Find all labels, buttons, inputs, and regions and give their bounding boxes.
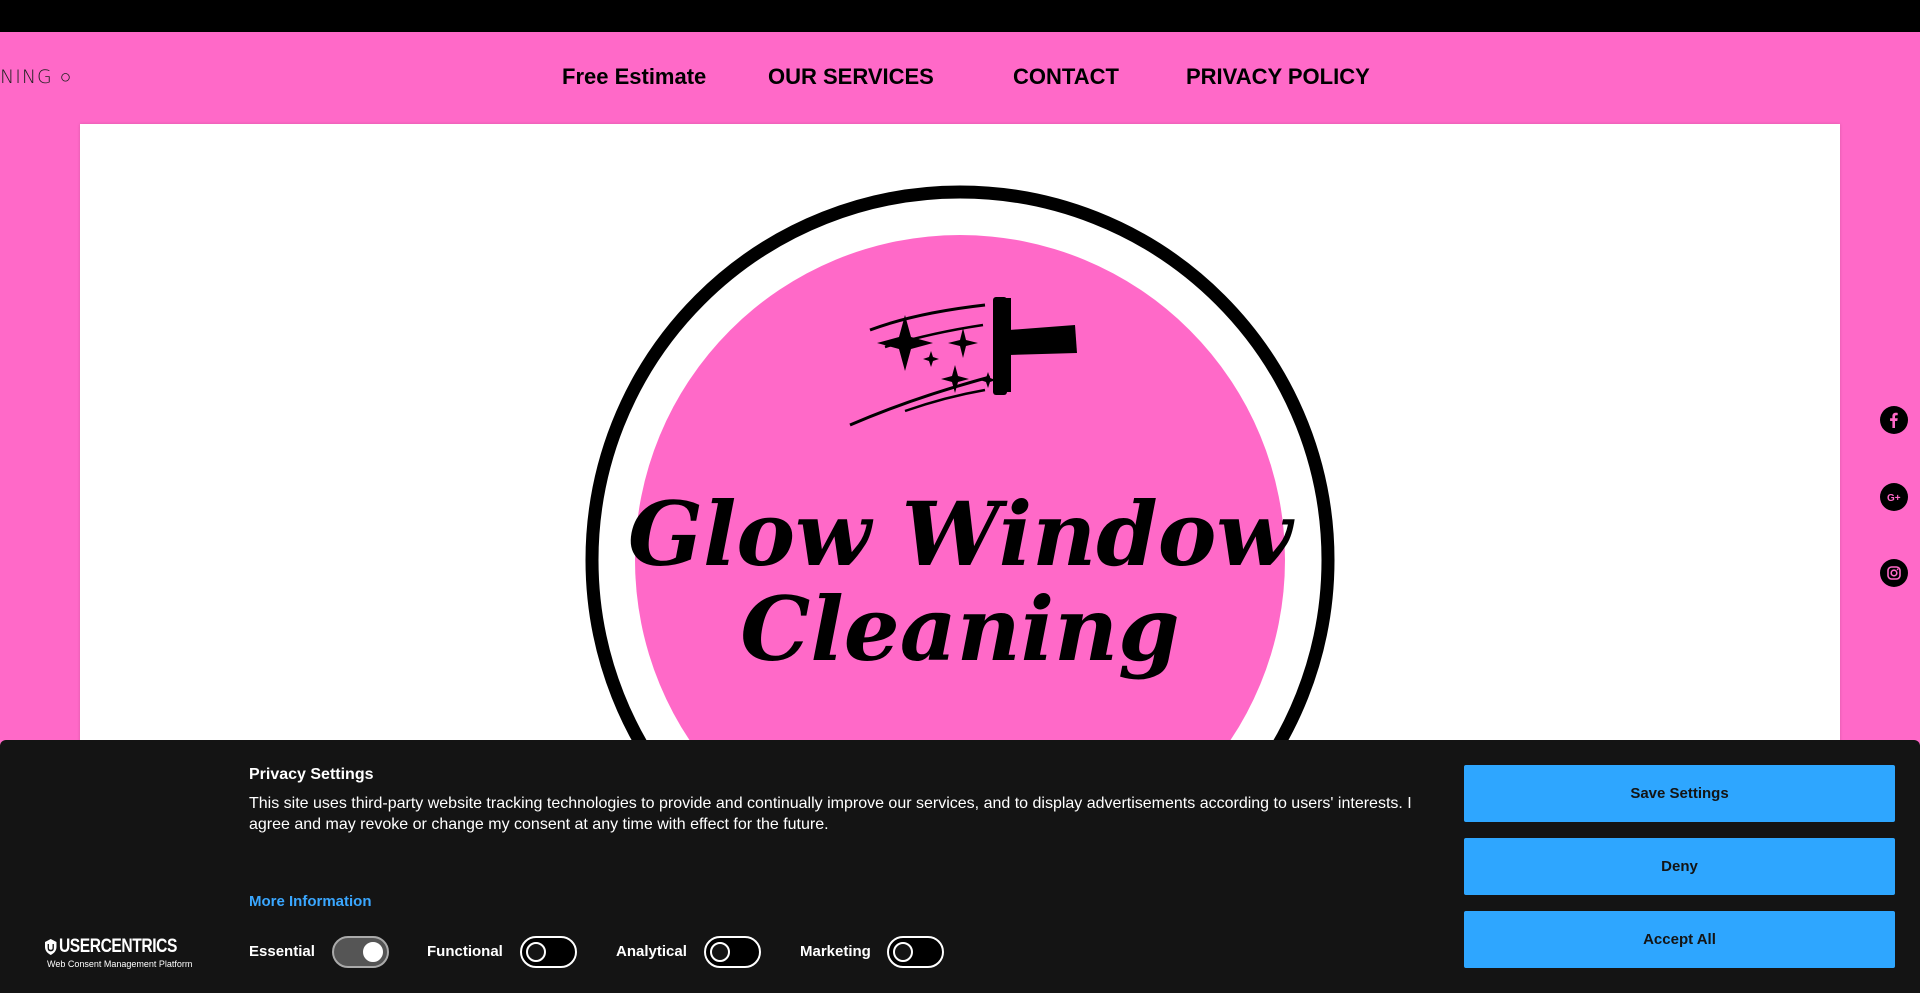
toggle-knob bbox=[893, 942, 913, 962]
vendor-name: USERCENTRICS bbox=[58, 936, 177, 957]
consent-description: This site uses third-party website track… bbox=[249, 795, 1412, 833]
save-settings-button[interactable]: Save Settings bbox=[1464, 765, 1895, 822]
nav-privacy-policy[interactable]: PRIVACY POLICY bbox=[1186, 64, 1370, 90]
toggle-label-marketing: Marketing bbox=[800, 943, 871, 960]
brand-name-fragment[interactable]: NING ○ bbox=[0, 66, 72, 89]
site-header bbox=[0, 32, 1920, 124]
toggle-marketing[interactable] bbox=[887, 936, 944, 968]
vendor-subtitle: Web Consent Management Platform bbox=[47, 959, 193, 969]
consent-categories: Essential Functional Analytical Marketin… bbox=[249, 936, 1049, 968]
consent-title: Privacy Settings bbox=[249, 766, 374, 783]
instagram-icon[interactable] bbox=[1880, 559, 1908, 587]
usercentrics-logo: USERCENTRICS Web Consent Management Plat… bbox=[45, 936, 206, 969]
toggle-label-essential: Essential bbox=[249, 943, 315, 960]
toggle-label-functional: Functional bbox=[427, 943, 503, 960]
nav-free-estimate[interactable]: Free Estimate bbox=[562, 64, 706, 90]
nav-our-services[interactable]: OUR SERVICES bbox=[768, 64, 934, 90]
logo-line-2: Cleaning bbox=[740, 577, 1179, 681]
accept-all-button[interactable]: Accept All bbox=[1464, 911, 1895, 968]
toggle-knob bbox=[710, 942, 730, 962]
toggle-analytical[interactable] bbox=[704, 936, 761, 968]
nav-contact[interactable]: CONTACT bbox=[1013, 64, 1119, 90]
toggle-knob bbox=[526, 942, 546, 962]
shield-icon bbox=[45, 939, 57, 955]
more-information-link[interactable]: More Information bbox=[249, 893, 372, 910]
svg-text:G+: G+ bbox=[1887, 493, 1901, 504]
top-bar bbox=[0, 0, 1920, 32]
toggle-knob bbox=[363, 942, 383, 962]
toggle-functional[interactable] bbox=[520, 936, 577, 968]
logo-line-1: Glow Window bbox=[628, 482, 1296, 586]
google-plus-icon[interactable]: G+ bbox=[1880, 483, 1908, 511]
toggle-label-analytical: Analytical bbox=[616, 943, 687, 960]
facebook-icon[interactable] bbox=[1880, 406, 1908, 434]
privacy-consent-banner: Privacy Settings This site uses third-pa… bbox=[0, 740, 1920, 993]
toggle-essential[interactable] bbox=[332, 936, 389, 968]
deny-button[interactable]: Deny bbox=[1464, 838, 1895, 895]
